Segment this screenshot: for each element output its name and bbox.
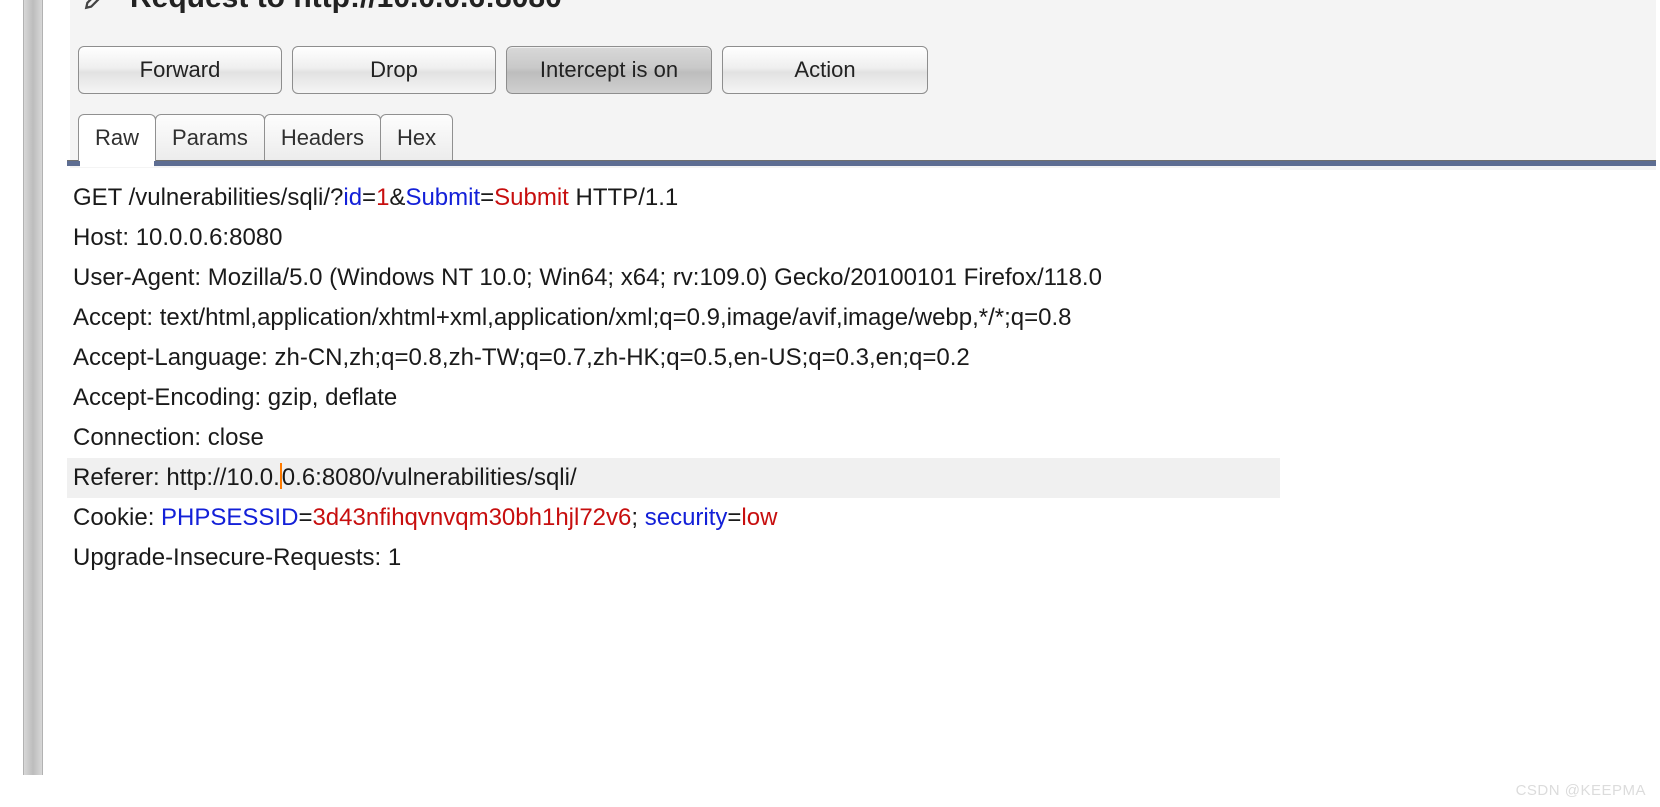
header-label: Connection: <box>73 424 208 451</box>
request-line[interactable]: GET /vulnerabilities/sqli/?id=1&Submit=S… <box>67 178 1280 218</box>
header-user-agent[interactable]: User-Agent: Mozilla/5.0 (Windows NT 10.0… <box>67 258 1280 298</box>
action-button[interactable]: Action <box>722 46 928 94</box>
header-value: 0.6:8080/vulnerabilities/sqli/ <box>282 464 577 491</box>
equals: = <box>727 504 741 531</box>
request-path: /vulnerabilities/sqli/? <box>129 184 344 211</box>
forward-button[interactable]: Forward <box>78 46 282 94</box>
cookie-value: 3d43nfihqvnvqm30bh1hjl72v6 <box>312 504 631 531</box>
view-tabs: Raw Params Headers Hex <box>78 114 452 161</box>
param-value: 1 <box>376 184 389 211</box>
header-value: gzip, deflate <box>268 384 397 411</box>
drop-button[interactable]: Drop <box>292 46 496 94</box>
header-label: Accept: <box>73 304 160 331</box>
header-label: User-Agent: <box>73 264 208 291</box>
header-label: Referer: <box>73 464 166 491</box>
equals: = <box>480 184 494 211</box>
header-referer[interactable]: Referer: http://10.0.0.6:8080/vulnerabil… <box>67 458 1280 498</box>
raw-request-editor[interactable]: GET /vulnerabilities/sqli/?id=1&Submit=S… <box>67 168 1280 772</box>
header-host[interactable]: Host: 10.0.0.6:8080 <box>67 218 1280 258</box>
tab-underline <box>67 160 1656 166</box>
header-label: Cookie: <box>73 504 161 531</box>
header-accept-language[interactable]: Accept-Language: zh-CN,zh;q=0.8,zh-TW;q=… <box>67 338 1280 378</box>
header-value: http://10.0. <box>166 464 279 491</box>
param-name: id <box>343 184 362 211</box>
header-value: 1 <box>388 544 401 571</box>
header-upgrade-insecure-requests[interactable]: Upgrade-Insecure-Requests: 1 <box>67 538 1280 578</box>
param-name: Submit <box>405 184 480 211</box>
tab-params[interactable]: Params <box>155 114 265 161</box>
edit-icon <box>82 0 116 17</box>
header-value: zh-CN,zh;q=0.8,zh-TW;q=0.7,zh-HK;q=0.5,e… <box>274 344 969 371</box>
equals: = <box>362 184 376 211</box>
header-label: Accept-Language: <box>73 344 274 371</box>
header-accept[interactable]: Accept: text/html,application/xhtml+xml,… <box>67 298 1280 338</box>
intercept-toggle-button[interactable]: Intercept is on <box>506 46 712 94</box>
ampersand: & <box>389 184 405 211</box>
space <box>122 184 129 211</box>
tab-headers[interactable]: Headers <box>264 114 381 161</box>
tab-hex[interactable]: Hex <box>380 114 453 161</box>
cookie-separator: ; <box>631 504 644 531</box>
tab-raw[interactable]: Raw <box>78 114 156 161</box>
http-version: HTTP/1.1 <box>569 184 678 211</box>
request-title: Request to http://10.0.0.6:8080 <box>130 0 562 15</box>
action-button-row: Forward Drop Intercept is on Action <box>78 46 928 94</box>
watermark: CSDN @KEEPMA <box>1516 782 1646 799</box>
header-accept-encoding[interactable]: Accept-Encoding: gzip, deflate <box>67 378 1280 418</box>
request-title-row: Request to http://10.0.0.6:8080 <box>82 0 562 17</box>
header-label: Upgrade-Insecure-Requests: <box>73 544 388 571</box>
equals: = <box>298 504 312 531</box>
header-connection[interactable]: Connection: close <box>67 418 1280 458</box>
left-gutter <box>23 0 43 775</box>
header-label: Host: <box>73 224 136 251</box>
header-value: Mozilla/5.0 (Windows NT 10.0; Win64; x64… <box>208 264 1102 291</box>
header-value: close <box>208 424 264 451</box>
cookie-value: low <box>741 504 777 531</box>
param-value: Submit <box>494 184 569 211</box>
header-cookie[interactable]: Cookie: PHPSESSID=3d43nfihqvnvqm30bh1hjl… <box>67 498 1280 538</box>
http-method: GET <box>73 184 122 211</box>
header-label: Accept-Encoding: <box>73 384 268 411</box>
header-value: 10.0.0.6:8080 <box>136 224 283 251</box>
header-value: text/html,application/xhtml+xml,applicat… <box>160 304 1072 331</box>
cookie-name: PHPSESSID <box>161 504 298 531</box>
cookie-name: security <box>645 504 728 531</box>
